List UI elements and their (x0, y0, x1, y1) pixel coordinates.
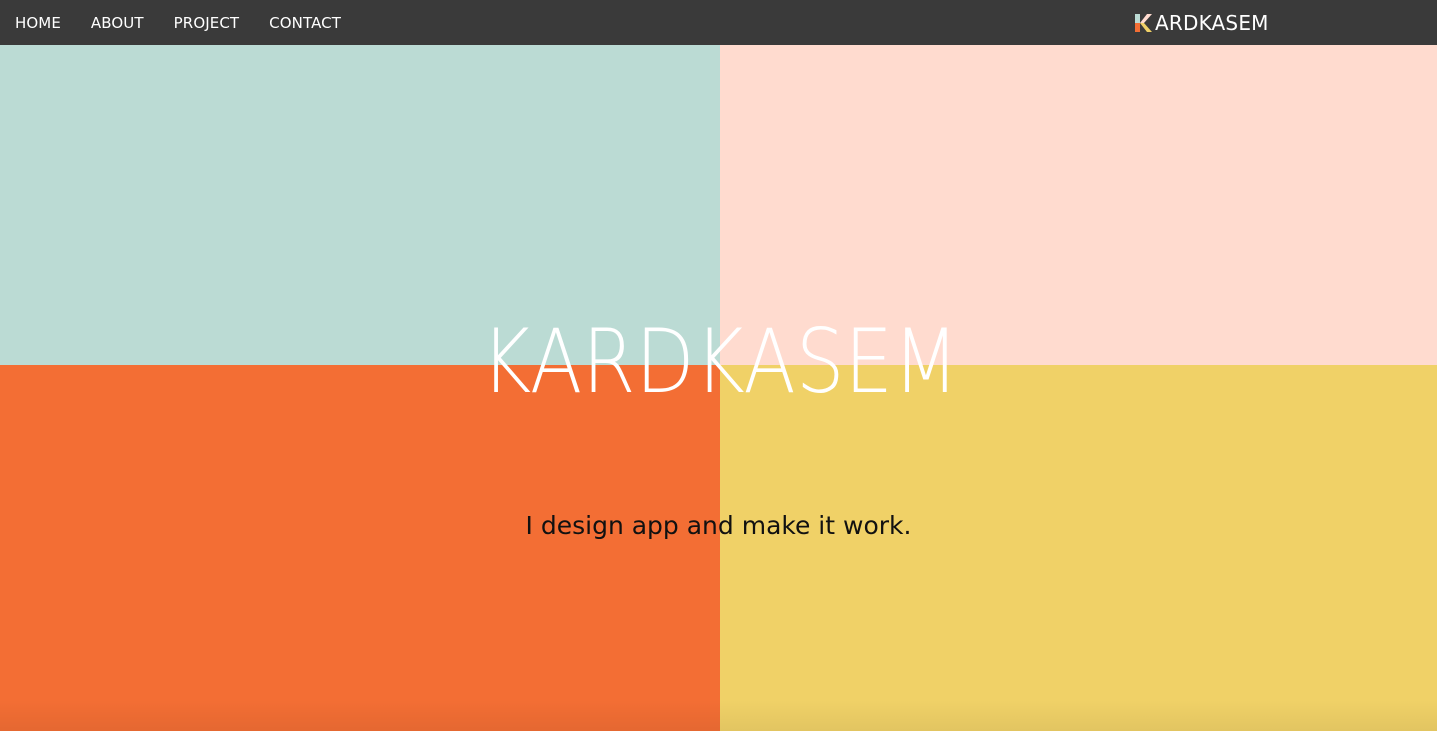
k-logo-icon (1135, 13, 1152, 32)
nav-links: HOME ABOUT PROJECT CONTACT (15, 0, 371, 45)
hero-quad-bottom-left (0, 365, 720, 731)
nav-project-link[interactable]: PROJECT (174, 14, 240, 32)
hero-title: KARDKASEM (480, 320, 960, 398)
hero-tagline: I design app and make it work. (525, 511, 912, 540)
hero-quad-top-right (720, 45, 1437, 365)
navbar: HOME ABOUT PROJECT CONTACT ARDKASEM (0, 0, 1437, 45)
hero-quad-top-left (0, 45, 720, 365)
nav-home-link[interactable]: HOME (15, 14, 61, 32)
hero-title-svg: KARDKASEM (481, 320, 959, 398)
nav-about-link[interactable]: ABOUT (91, 14, 144, 32)
hero-quad-bottom-right (720, 365, 1437, 731)
brand-text: ARDKASEM (1155, 10, 1269, 35)
nav-contact-link[interactable]: CONTACT (269, 14, 341, 32)
hero-title-text: KARDKASEM (481, 320, 959, 398)
brand-logo[interactable]: ARDKASEM (1134, 0, 1269, 45)
